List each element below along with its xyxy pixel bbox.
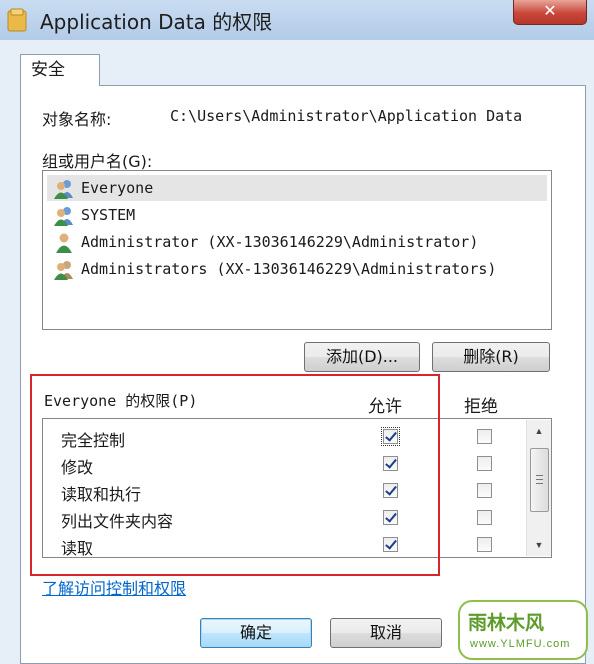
groups-listbox[interactable]: Everyone SYSTEM Administrator (XX-130361… xyxy=(42,170,552,330)
users-group-icon xyxy=(54,261,73,280)
watermark-title: 雨林木风 xyxy=(468,612,545,634)
access-control-link[interactable]: 了解访问控制和权限 xyxy=(42,575,186,599)
list-item-label: SYSTEM xyxy=(81,206,136,224)
object-name-value: C:\Users\Administrator\Application Data xyxy=(170,107,523,125)
list-item[interactable]: Everyone xyxy=(47,175,547,201)
deny-column-header: 拒绝 xyxy=(464,397,498,417)
close-button[interactable]: ✕ xyxy=(513,0,587,25)
list-item-label: Everyone xyxy=(81,179,154,197)
permissions-scrollbar[interactable]: ▲ ▼ xyxy=(526,420,551,556)
user-icon xyxy=(56,233,72,253)
cancel-button[interactable]: 取消 xyxy=(330,618,442,648)
add-button[interactable]: 添加(D)... xyxy=(304,342,420,372)
object-name-label: 对象名称: xyxy=(42,110,112,129)
scrollbar-thumb[interactable] xyxy=(530,448,549,512)
ok-button[interactable]: 确定 xyxy=(200,618,312,648)
list-item[interactable]: Administrator (XX-13036146229\Administra… xyxy=(47,229,547,255)
scroll-down-arrow-icon[interactable]: ▼ xyxy=(527,536,551,554)
folder-icon xyxy=(7,8,27,32)
scroll-up-arrow-icon[interactable]: ▲ xyxy=(527,422,551,440)
users-group-icon xyxy=(54,180,73,199)
list-item[interactable]: Administrators (XX-13036146229\Administr… xyxy=(47,256,547,282)
tab-security[interactable]: 安全 xyxy=(20,54,100,86)
list-item-label: Administrator (XX-13036146229\Administra… xyxy=(81,233,479,251)
deny-checkbox[interactable] xyxy=(477,537,492,552)
watermark-url: www.YLMFU.com xyxy=(470,638,571,650)
watermark-logo: 雨林木风 www.YLMFU.com xyxy=(458,600,588,660)
list-item-label: Administrators (XX-13036146229\Administr… xyxy=(81,260,497,278)
users-group-icon xyxy=(54,207,73,226)
window-title: Application Data 的权限 xyxy=(40,10,273,34)
remove-button[interactable]: 删除(R) xyxy=(432,342,550,372)
deny-checkbox[interactable] xyxy=(477,456,492,471)
deny-checkbox[interactable] xyxy=(477,510,492,525)
highlight-box xyxy=(30,374,440,576)
deny-checkbox[interactable] xyxy=(477,429,492,444)
title-bar: Application Data 的权限 ✕ xyxy=(0,0,594,41)
groups-label: 组或用户名(G): xyxy=(42,152,153,171)
deny-checkbox[interactable] xyxy=(477,483,492,498)
list-item[interactable]: SYSTEM xyxy=(47,202,547,228)
